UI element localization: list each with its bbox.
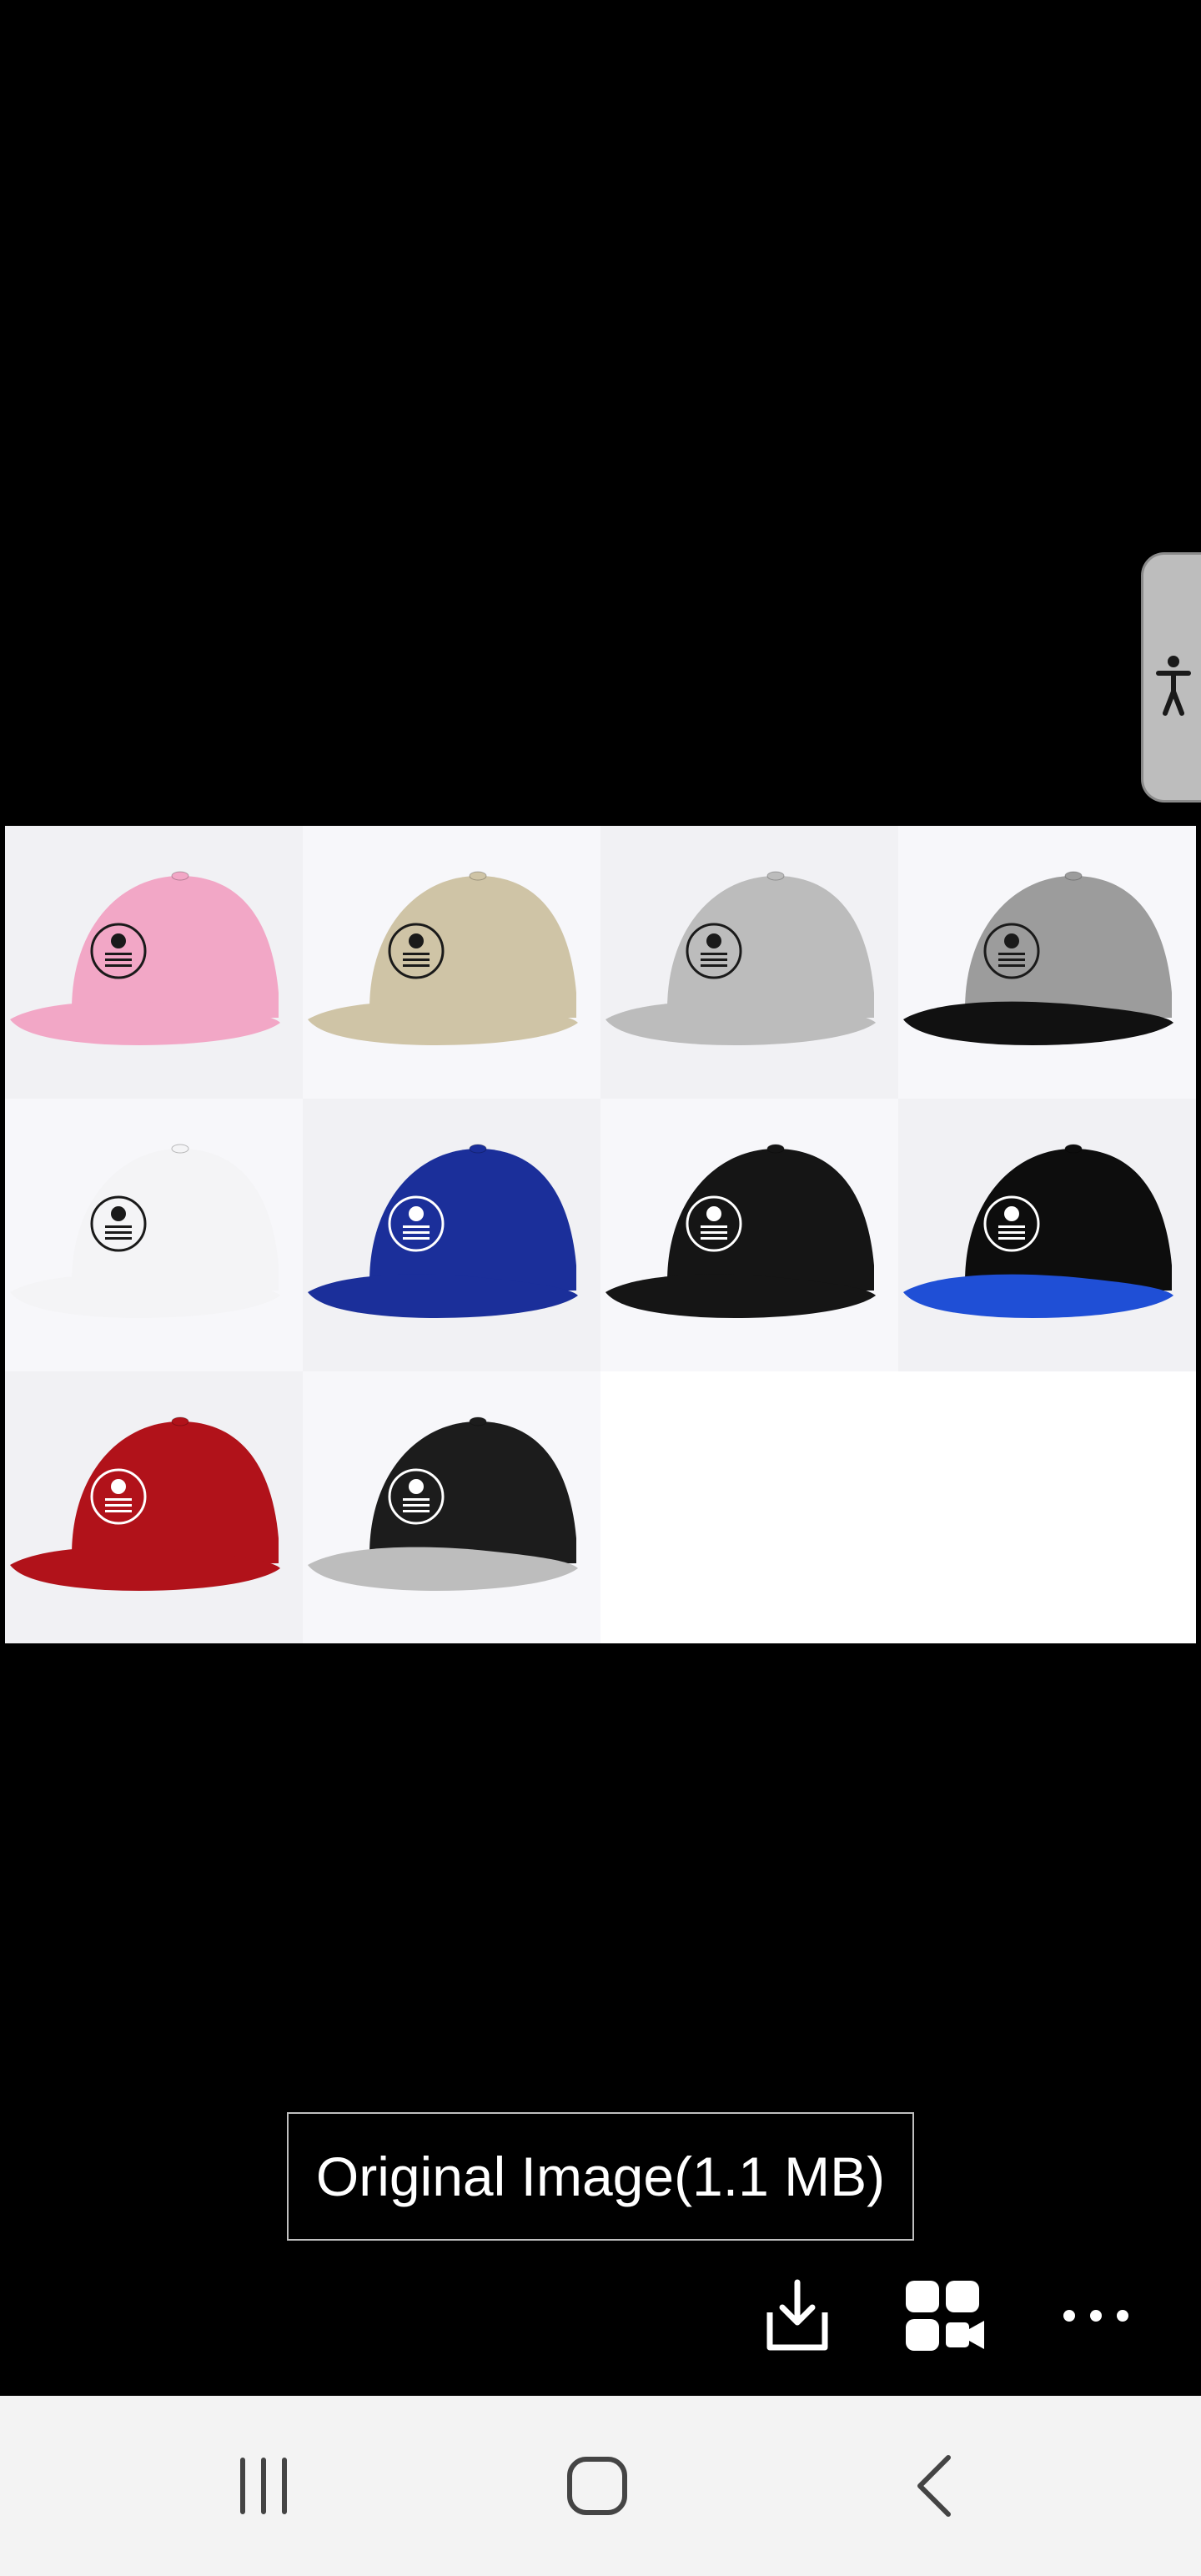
cap-photo — [898, 826, 1196, 1099]
viewed-image — [5, 826, 1196, 1643]
cap-grid — [5, 826, 1196, 1643]
collage-video-icon — [906, 2281, 984, 2351]
home-icon — [567, 2457, 627, 2515]
cap-photo — [898, 1099, 1196, 1371]
cap-photo — [5, 1099, 303, 1371]
accessibility-icon — [1156, 656, 1191, 716]
back-button[interactable] — [884, 2444, 984, 2528]
download-button[interactable] — [747, 2266, 847, 2366]
recent-apps-icon — [240, 2458, 287, 2514]
download-icon — [766, 2279, 828, 2351]
recent-apps-button[interactable] — [214, 2444, 314, 2528]
collage-video-button[interactable] — [894, 2266, 994, 2366]
more-options-button[interactable] — [1046, 2266, 1146, 2366]
accessibility-menu-tab[interactable] — [1141, 552, 1201, 802]
cap-photo — [303, 826, 600, 1099]
home-button[interactable] — [547, 2444, 647, 2528]
cap-photo — [5, 826, 303, 1099]
back-icon — [917, 2455, 951, 2517]
original-image-label: Original Image(1.1 MB) — [315, 2146, 886, 2207]
cap-photo — [600, 826, 898, 1099]
cap-photo — [5, 1371, 303, 1643]
viewer-action-bar — [0, 2266, 1201, 2391]
cap-photo — [303, 1099, 600, 1371]
original-image-button[interactable]: Original Image(1.1 MB) — [287, 2112, 914, 2241]
system-navigation-bar — [0, 2396, 1201, 2576]
cap-photo — [303, 1371, 600, 1643]
cap-photo — [600, 1099, 898, 1371]
more-options-icon — [1063, 2310, 1128, 2322]
